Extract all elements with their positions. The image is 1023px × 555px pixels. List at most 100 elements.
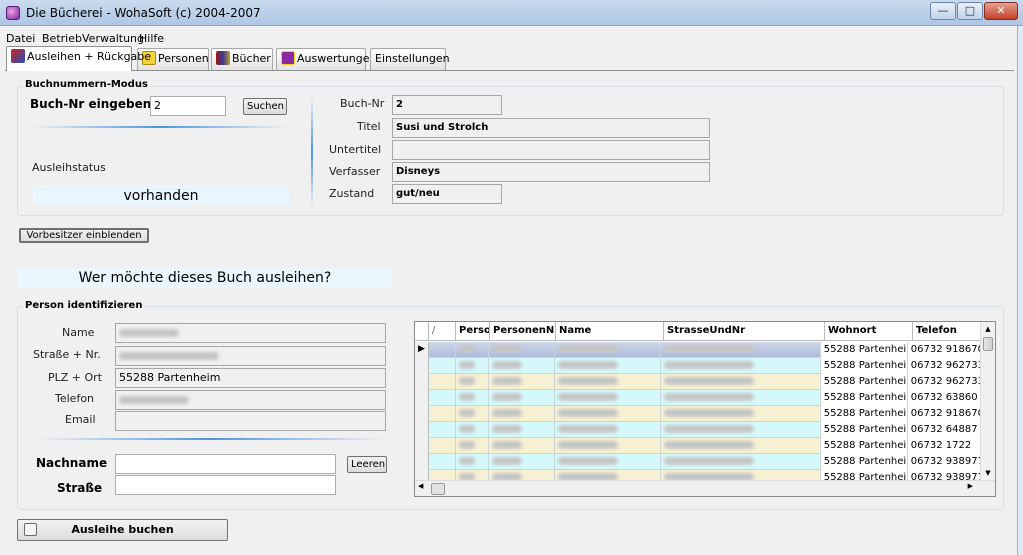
cell-blurred[interactable] bbox=[555, 374, 662, 390]
cell-blurred[interactable] bbox=[661, 374, 821, 390]
cell-blurred[interactable] bbox=[555, 406, 662, 422]
row-header[interactable] bbox=[415, 438, 429, 454]
cell-blurred[interactable] bbox=[555, 342, 662, 358]
cell-blurred[interactable] bbox=[555, 422, 662, 438]
col-header-wohnort[interactable]: Wohnort bbox=[825, 322, 913, 341]
cell-blurred[interactable] bbox=[456, 390, 490, 406]
person-grid[interactable]: / Perso PersonenNr Name StrasseUndNr Woh… bbox=[414, 321, 996, 497]
row-header[interactable] bbox=[415, 358, 429, 374]
cell-blurred[interactable] bbox=[489, 438, 555, 454]
table-row[interactable]: 55288 Partenheim 06732 962733 bbox=[415, 358, 981, 374]
maximize-button[interactable]: □ bbox=[957, 2, 983, 20]
cell-wohnort[interactable]: 55288 Partenheim bbox=[820, 454, 908, 470]
col-header-name[interactable]: Name bbox=[556, 322, 664, 341]
cell-telefon[interactable]: 06732 63860 bbox=[907, 390, 981, 406]
cell-blurred[interactable] bbox=[489, 374, 555, 390]
nachname-input[interactable] bbox=[115, 454, 336, 474]
table-row[interactable]: 55288 Partenheim 06732 64887 bbox=[415, 422, 981, 438]
cell-blurred[interactable] bbox=[661, 358, 821, 374]
cell-blurred[interactable] bbox=[661, 406, 821, 422]
col-header-strasse[interactable]: StrasseUndNr bbox=[664, 322, 825, 341]
cell-blurred[interactable] bbox=[661, 390, 821, 406]
table-row[interactable]: 55288 Partenheim 06732 962733 bbox=[415, 374, 981, 390]
cell-telefon[interactable]: 06732 918670 bbox=[907, 342, 981, 358]
row-header[interactable] bbox=[415, 406, 429, 422]
cell-blank[interactable] bbox=[429, 358, 456, 374]
scroll-left-icon[interactable]: ◀ bbox=[418, 482, 423, 490]
cell-wohnort[interactable]: 55288 Partenheim bbox=[820, 406, 908, 422]
grid-vertical-scrollbar[interactable]: ▲ ▼ bbox=[980, 322, 995, 480]
cell-wohnort[interactable]: 55288 Partenheim bbox=[820, 358, 908, 374]
tab-auswertungen[interactable]: Auswertungen bbox=[276, 48, 377, 70]
scroll-down-icon[interactable]: ▼ bbox=[981, 466, 995, 480]
cell-blank[interactable] bbox=[429, 342, 456, 358]
col-header-personennr[interactable]: PersonenNr bbox=[490, 322, 556, 341]
cell-wohnort[interactable]: 55288 Partenheim bbox=[820, 438, 908, 454]
cell-blurred[interactable] bbox=[489, 358, 555, 374]
cell-blurred[interactable] bbox=[489, 342, 555, 358]
tab-einstellungen[interactable]: Einstellungen bbox=[370, 48, 450, 70]
row-header[interactable] bbox=[415, 454, 429, 470]
cell-blank[interactable] bbox=[429, 454, 456, 470]
cell-telefon[interactable]: 06732 918670 bbox=[907, 406, 981, 422]
cell-blurred[interactable] bbox=[555, 358, 662, 374]
scroll-thumb[interactable] bbox=[983, 337, 993, 351]
cell-blurred[interactable] bbox=[456, 454, 490, 470]
table-row[interactable]: 55288 Partenheim 06732 938977 bbox=[415, 454, 981, 470]
cell-telefon[interactable]: 06732 938977 bbox=[907, 454, 981, 470]
table-row[interactable]: ▶ 55288 Partenheim 06732 918670 bbox=[415, 342, 981, 358]
search-button[interactable]: Suchen bbox=[243, 98, 287, 115]
cell-telefon[interactable]: 06732 64887 bbox=[907, 422, 981, 438]
table-row[interactable]: 55288 Partenheim 06732 1722 bbox=[415, 438, 981, 454]
cell-blurred[interactable] bbox=[661, 342, 821, 358]
cell-blurred[interactable] bbox=[456, 342, 490, 358]
cell-blurred[interactable] bbox=[456, 438, 490, 454]
row-header[interactable] bbox=[415, 374, 429, 390]
cell-wohnort[interactable]: 55288 Partenheim bbox=[820, 374, 908, 390]
menu-hilfe[interactable]: Hilfe bbox=[139, 32, 164, 45]
cell-blurred[interactable] bbox=[661, 422, 821, 438]
cell-blurred[interactable] bbox=[555, 390, 662, 406]
cell-blurred[interactable] bbox=[661, 438, 821, 454]
clear-button[interactable]: Leeren bbox=[347, 456, 387, 473]
close-button[interactable]: ✕ bbox=[984, 2, 1018, 20]
menu-datei[interactable]: Datei bbox=[6, 32, 35, 45]
buchnr-input[interactable]: 2 bbox=[150, 96, 226, 116]
menu-verwaltung[interactable]: Verwaltung bbox=[82, 32, 144, 45]
cell-telefon[interactable]: 06732 1722 bbox=[907, 438, 981, 454]
cell-wohnort[interactable]: 55288 Partenheim bbox=[820, 422, 908, 438]
table-row[interactable]: 55288 Partenheim 06732 918670 bbox=[415, 406, 981, 422]
cell-blank[interactable] bbox=[429, 422, 456, 438]
cell-blank[interactable] bbox=[429, 390, 456, 406]
cell-blurred[interactable] bbox=[489, 422, 555, 438]
h-scroll-thumb[interactable] bbox=[431, 483, 445, 495]
minimize-button[interactable]: — bbox=[930, 2, 956, 20]
menu-betrieb[interactable]: Betrieb bbox=[42, 32, 82, 45]
tab-buecher[interactable]: Bücher bbox=[211, 48, 273, 70]
book-loan-button[interactable]: Ausleihe buchen bbox=[17, 519, 228, 541]
cell-blurred[interactable] bbox=[456, 422, 490, 438]
previous-owner-button[interactable]: Vorbesitzer einblenden bbox=[19, 228, 149, 243]
row-pointer-icon[interactable]: ▶ bbox=[415, 342, 429, 358]
cell-blurred[interactable] bbox=[456, 374, 490, 390]
cell-blurred[interactable] bbox=[456, 406, 490, 422]
col-header-perso[interactable]: Perso bbox=[456, 322, 490, 341]
cell-wohnort[interactable]: 55288 Partenheim bbox=[820, 342, 908, 358]
row-header[interactable] bbox=[415, 422, 429, 438]
strasse-search-input[interactable] bbox=[115, 475, 336, 495]
cell-blurred[interactable] bbox=[456, 358, 490, 374]
table-row[interactable]: 55288 Partenheim 06732 63860 bbox=[415, 390, 981, 406]
cell-blank[interactable] bbox=[429, 406, 456, 422]
grid-horizontal-scrollbar[interactable]: ◀ ▶ bbox=[415, 480, 995, 496]
cell-blurred[interactable] bbox=[661, 454, 821, 470]
scroll-up-icon[interactable]: ▲ bbox=[981, 322, 995, 336]
title-bar[interactable]: Die Bücherei - WohaSoft (c) 2004-2007 — … bbox=[0, 0, 1023, 26]
cell-blurred[interactable] bbox=[555, 454, 662, 470]
cell-blank[interactable] bbox=[429, 438, 456, 454]
tab-ausleihen[interactable]: Ausleihen + Rückgabe bbox=[6, 46, 151, 71]
cell-blurred[interactable] bbox=[489, 406, 555, 422]
row-header[interactable] bbox=[415, 390, 429, 406]
scroll-right-icon[interactable]: ▶ bbox=[968, 482, 973, 490]
cell-telefon[interactable]: 06732 962733 bbox=[907, 374, 981, 390]
col-header-telefon[interactable]: Telefon bbox=[913, 322, 987, 341]
